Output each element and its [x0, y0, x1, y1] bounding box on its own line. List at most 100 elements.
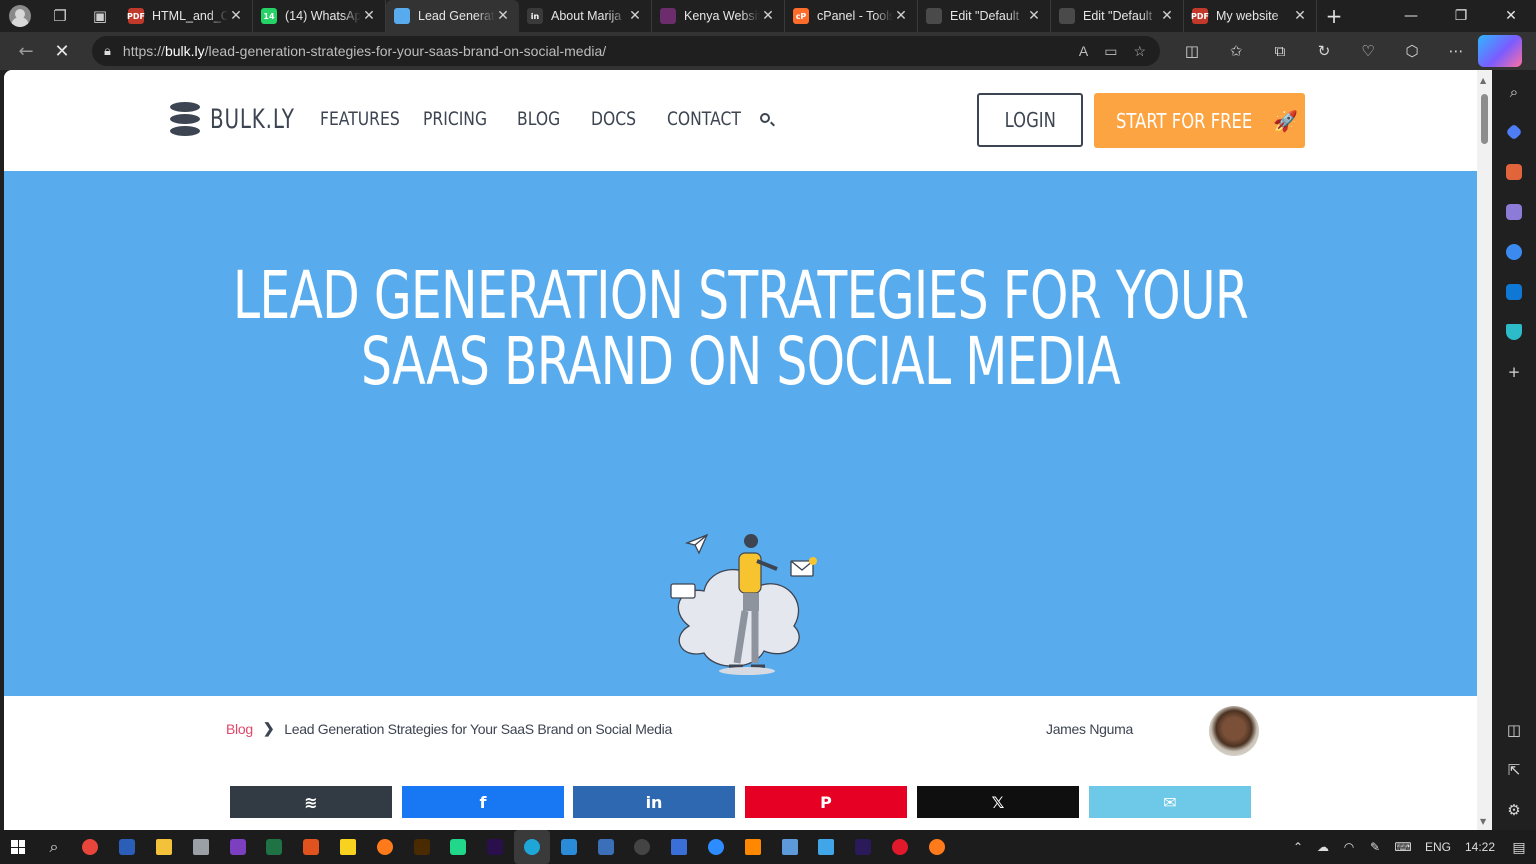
start-for-free-button[interactable]: START FOR FREE 🚀 — [1094, 93, 1305, 148]
author-name[interactable]: James Nguma — [1046, 721, 1133, 737]
show-hidden-icons-chevron-icon[interactable]: ⌃ — [1286, 840, 1310, 854]
sidebar-add-icon[interactable]: + — [1492, 352, 1536, 392]
taskbar-ms-store-icon[interactable] — [808, 830, 845, 864]
settings-more-icon[interactable]: ⋯ — [1434, 35, 1478, 67]
taskbar-windows-app-icon[interactable] — [661, 830, 698, 864]
taskbar-obs-icon[interactable] — [624, 830, 661, 864]
share-facebook-button[interactable]: f — [402, 786, 564, 818]
taskbar-firefox-dev-icon[interactable] — [918, 830, 955, 864]
pen-icon[interactable]: ✎ — [1362, 840, 1388, 854]
nav-pricing[interactable]: PRICING — [423, 108, 487, 130]
workspaces-icon[interactable]: ❐ — [40, 0, 80, 32]
browser-tab[interactable]: PDF My website ✕ — [1184, 0, 1317, 32]
immersive-reader-icon[interactable]: ▭ — [1104, 43, 1117, 60]
browser-tab[interactable]: Edit "Default ✕ — [1051, 0, 1184, 32]
login-button[interactable]: LOGIN — [977, 93, 1083, 147]
taskbar-firefox-icon[interactable] — [366, 830, 403, 864]
address-bar[interactable]: 🔒︎ https://bulk.ly/lead-generation-strat… — [92, 36, 1160, 66]
copilot-button[interactable] — [1478, 35, 1522, 67]
scroll-down-arrow-icon[interactable]: ▼ — [1480, 817, 1486, 826]
share-x-button[interactable]: 𝕏 — [917, 786, 1079, 818]
collections-icon[interactable]: ⧉ — [1258, 35, 1302, 67]
site-logo[interactable]: BULK.LY — [170, 102, 313, 136]
browser-tab[interactable]: Kenya Website ✕ — [652, 0, 785, 32]
search-icon[interactable] — [760, 113, 770, 123]
browser-tab[interactable]: 14 (14) WhatsApp ✕ — [253, 0, 386, 32]
sidebar-drop-icon[interactable] — [1492, 312, 1536, 352]
performance-icon[interactable]: ♡ — [1346, 35, 1390, 67]
tab-close-icon[interactable]: ✕ — [495, 8, 511, 24]
split-screen-icon[interactable]: ◫ — [1170, 35, 1214, 67]
nav-blog[interactable]: BLOG — [517, 108, 560, 130]
tab-close-icon[interactable]: ✕ — [1026, 8, 1042, 24]
profile-button[interactable] — [0, 0, 40, 32]
browser-tab[interactable]: Edit "Default ✕ — [918, 0, 1051, 32]
taskbar-search-icon[interactable]: ⌕ — [36, 837, 72, 857]
new-tab-button[interactable]: + — [1317, 0, 1351, 32]
sidebar-hide-icon[interactable]: ◫ — [1492, 710, 1536, 750]
taskbar-usb-drive-icon[interactable] — [182, 830, 219, 864]
scrollbar-thumb[interactable] — [1481, 94, 1488, 144]
taskbar-sticky-notes-icon[interactable] — [330, 830, 367, 864]
sidebar-tools-icon[interactable] — [1492, 152, 1536, 192]
sidebar-search-icon[interactable]: ⌕ — [1492, 72, 1536, 112]
onedrive-cloud-icon[interactable]: ☁ — [1310, 840, 1336, 854]
share-email-button[interactable]: ✉ — [1089, 786, 1251, 818]
nav-features[interactable]: FEATURES — [320, 108, 400, 130]
taskbar-excel-icon[interactable] — [256, 830, 293, 864]
tab-close-icon[interactable]: ✕ — [1159, 8, 1175, 24]
share-pinterest-button[interactable]: P — [745, 786, 907, 818]
tab-close-icon[interactable]: ✕ — [627, 8, 643, 24]
close-window-button[interactable]: ✕ — [1486, 0, 1536, 32]
restore-button[interactable]: ❐ — [1436, 0, 1486, 32]
start-button[interactable] — [0, 830, 36, 864]
keyboard-icon[interactable]: ⌨ — [1388, 840, 1418, 854]
taskbar-opera-icon[interactable] — [882, 830, 919, 864]
extensions-icon[interactable]: ⬡ — [1390, 35, 1434, 67]
nav-docs[interactable]: DOCS — [591, 108, 636, 130]
taskbar-vscode-icon[interactable] — [550, 830, 587, 864]
sidebar-settings-icon[interactable]: ⚙ — [1492, 790, 1536, 830]
tab-close-icon[interactable]: ✕ — [760, 8, 776, 24]
browser-tab[interactable]: Lead Generation✕ — [386, 0, 519, 32]
author-avatar[interactable] — [1209, 706, 1259, 756]
tab-close-icon[interactable]: ✕ — [361, 8, 377, 24]
taskbar-premiere-icon[interactable] — [477, 830, 514, 864]
notifications-icon[interactable]: ▤ — [1502, 839, 1536, 856]
clock[interactable]: 14:22 — [1458, 840, 1502, 854]
sidebar-copilot-icon[interactable] — [1492, 232, 1536, 272]
taskbar-pycharm-icon[interactable] — [440, 830, 477, 864]
sidebar-shopping-icon[interactable] — [1492, 112, 1536, 152]
browser-tab[interactable]: cP cPanel - Tools ✕ — [785, 0, 918, 32]
browser-tab[interactable]: PDF HTML_and_CSS✕ — [120, 0, 253, 32]
taskbar-zoom-icon[interactable] — [698, 830, 735, 864]
taskbar-network-app-icon[interactable] — [771, 830, 808, 864]
scroll-up-arrow-icon[interactable]: ▲ — [1480, 76, 1486, 85]
browser-tab[interactable]: in About Marija ✕ — [519, 0, 652, 32]
taskbar-after-effects-icon[interactable] — [845, 830, 882, 864]
wifi-icon[interactable]: ◠ — [1336, 840, 1362, 854]
page-scrollbar[interactable]: ▲ ▼ — [1477, 70, 1492, 830]
tab-close-icon[interactable]: ✕ — [228, 8, 244, 24]
taskbar-vlc-icon[interactable] — [734, 830, 771, 864]
tab-close-icon[interactable]: ✕ — [1292, 8, 1308, 24]
taskbar-chrome-icon[interactable] — [72, 830, 109, 864]
taskbar-vscode-alt-icon[interactable] — [587, 830, 624, 864]
taskbar-edge-icon[interactable] — [513, 830, 551, 864]
sidebar-outlook-icon[interactable] — [1492, 272, 1536, 312]
nav-contact[interactable]: CONTACT — [667, 108, 741, 130]
taskbar-office-icon[interactable] — [293, 830, 330, 864]
history-icon[interactable]: ↻ — [1302, 35, 1346, 67]
stop-loading-button[interactable]: ✕ — [44, 35, 80, 67]
tab-close-icon[interactable]: ✕ — [893, 8, 909, 24]
taskbar-onenote-icon[interactable] — [219, 830, 256, 864]
share-linkedin-button[interactable]: in — [573, 786, 735, 818]
sidebar-open-external-icon[interactable]: ⇱ — [1492, 750, 1536, 790]
tab-actions-icon[interactable]: ▣ — [80, 0, 120, 32]
read-aloud-icon[interactable]: A — [1079, 43, 1088, 60]
breadcrumb-blog-link[interactable]: Blog — [226, 721, 253, 737]
share-buffer-button[interactable]: ≋ — [230, 786, 392, 818]
sidebar-games-icon[interactable] — [1492, 192, 1536, 232]
favorite-star-icon[interactable]: ☆ — [1133, 43, 1146, 60]
minimize-button[interactable]: — — [1386, 0, 1436, 32]
